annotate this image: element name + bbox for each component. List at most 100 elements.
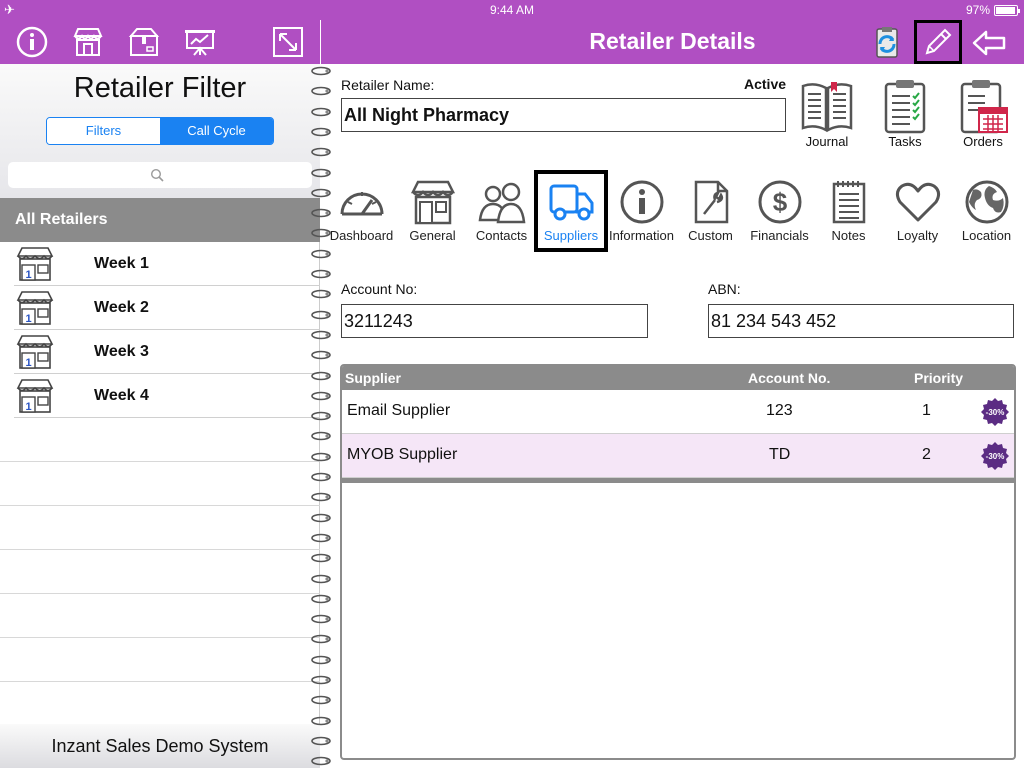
empty-row [0,550,320,594]
tasks-clipboard-icon [884,80,926,134]
retailer-name-field[interactable]: All Night Pharmacy [341,98,786,132]
svg-text:-30%: -30% [986,452,1005,461]
spiral-ring [311,614,331,624]
spiral-ring [311,635,331,644]
tab-information[interactable]: Information [607,170,676,252]
tab-financials[interactable]: $ Financials [745,170,814,252]
supplier-priority: 1 [922,402,931,419]
retailer-details-panel: Retailer Details Retailer Name: Active A… [321,0,1024,768]
dashboard-gauge-icon [340,192,383,216]
spiral-ring [311,188,331,198]
store-calendar-icon: 1 [16,291,54,325]
filter-segmented-control: Filters Call Cycle [46,117,274,145]
heart-icon [895,182,940,222]
presentation-icon[interactable] [184,26,216,58]
store-calendar-icon: 1 [16,247,54,281]
journal-button[interactable]: Journal [797,78,857,158]
spiral-ring [311,432,331,441]
sync-button[interactable] [865,24,909,64]
abn-field[interactable]: 81 234 543 452 [708,304,1014,338]
all-retailers-row[interactable]: All Retailers [0,198,320,242]
right-toolbar: Retailer Details [321,20,1024,64]
segment-call-cycle[interactable]: Call Cycle [160,118,273,144]
header-account-no: Account No. [748,370,831,386]
tab-loyalty[interactable]: Loyalty [883,170,952,252]
spiral-ring [311,716,331,725]
tab-location[interactable]: Location [952,170,1021,252]
header-supplier: Supplier [345,370,402,386]
segment-filters[interactable]: Filters [47,118,160,144]
status-time: 9:44 AM [489,3,535,17]
spiral-ring [311,594,331,604]
store-icon [410,180,455,225]
empty-row [0,418,320,462]
info-icon[interactable] [16,26,48,58]
week-label: Week 1 [94,255,149,272]
spiral-ring [311,208,331,218]
spiral-ring [311,350,331,360]
spiral-ring [311,229,331,238]
tab-dashboard[interactable]: Dashboard [327,170,396,252]
expand-icon[interactable] [272,26,304,58]
svg-text:1: 1 [25,401,31,413]
spiral-binding [308,64,334,768]
tab-notes[interactable]: Notes [814,170,883,252]
spiral-ring [311,127,331,137]
spiral-ring [311,147,331,157]
tab-label: Dashboard [329,228,394,243]
custom-wrench-icon [694,180,728,224]
list-item-week-1[interactable]: 1 Week 1 [14,242,320,286]
tab-label: Contacts [475,228,528,243]
tab-contacts[interactable]: Contacts [467,170,536,252]
spiral-ring [311,533,331,543]
spiral-ring [311,66,331,76]
spiral-ring [311,269,331,279]
sync-icon [876,27,898,58]
spiral-ring [311,736,331,746]
edit-button[interactable] [914,20,962,64]
account-no-field[interactable]: 3211243 [341,304,648,338]
orders-button[interactable]: Orders [953,78,1013,158]
retailer-name-label: Retailer Name: [341,77,435,93]
filter-header: Retailer Filter Filters Call Cycle [0,64,320,198]
spiral-ring [311,695,331,705]
svg-text:1: 1 [25,313,31,325]
empty-row [0,506,320,550]
list-item-week-3[interactable]: 1 Week 3 [14,330,320,374]
tab-suppliers[interactable]: Suppliers [534,170,608,252]
spiral-ring [311,756,331,766]
week-label: Week 3 [94,343,149,360]
search-input[interactable] [8,162,312,188]
left-toolbar [0,20,320,64]
empty-row [0,594,320,638]
back-button[interactable] [967,24,1011,64]
table-row[interactable]: Email Supplier 123 1 -30% [342,390,1014,434]
spiral-ring [311,492,331,502]
tab-label: Information [608,228,675,243]
table-row[interactable]: MYOB Supplier TD 2 -30% [342,434,1014,478]
spiral-ring [311,107,331,116]
package-icon[interactable] [128,26,160,58]
spiral-ring [311,675,331,685]
orders-label: Orders [963,134,1003,149]
discount-badge-icon: -30% [981,398,1009,426]
tasks-button[interactable]: Tasks [875,78,935,158]
tab-label: General [409,228,456,243]
store-icon[interactable] [72,26,104,58]
spiral-ring [311,513,331,522]
app-root: Retailer Filter Filters Call Cycle All R… [0,0,1024,768]
abn-label: ABN: [708,281,741,297]
spiral-ring [311,86,331,96]
tab-general[interactable]: General [398,170,467,252]
list-item-week-2[interactable]: 1 Week 2 [14,286,320,330]
tasks-label: Tasks [888,134,922,149]
spiral-ring [311,371,331,380]
truck-icon [549,184,594,221]
tab-custom[interactable]: Custom [676,170,745,252]
footer-system-name: Inzant Sales Demo System [0,724,320,768]
svg-text:-30%: -30% [986,408,1005,417]
info-icon [620,180,663,224]
list-item-week-4[interactable]: 1 Week 4 [14,374,320,418]
spiral-ring [311,655,331,664]
dollar-icon: $ [758,180,801,224]
